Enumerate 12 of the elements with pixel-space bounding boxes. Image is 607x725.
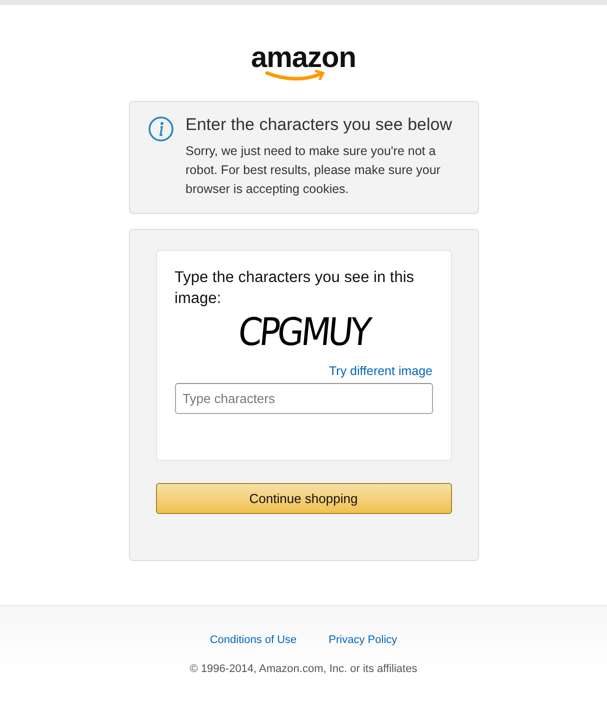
info-icon — [148, 116, 174, 142]
footer-link[interactable]: Conditions of Use — [210, 632, 297, 648]
try-different-image-link[interactable]: Try different image — [328, 364, 432, 379]
alert-title: Enter the characters you see below — [186, 114, 453, 136]
alert-message: Sorry, we just need to make sure you're not a robot. For best results, please make sure your browser is accepting cookies. — [186, 143, 442, 198]
characters-input-field[interactable]: Type characters — [174, 383, 432, 414]
continue-shopping-button[interactable]: Continue shopping — [156, 483, 452, 514]
footer-link[interactable]: Privacy Policy — [328, 632, 398, 648]
captcha-prompt: Type the characters you see in this image: — [174, 268, 416, 309]
copyright-text: © 1996-2014, Amazon.com, Inc. or its affiliates — [190, 662, 418, 676]
amazon-logo: amazon — [248, 43, 358, 83]
captcha-image: CPGMUY — [236, 312, 371, 356]
